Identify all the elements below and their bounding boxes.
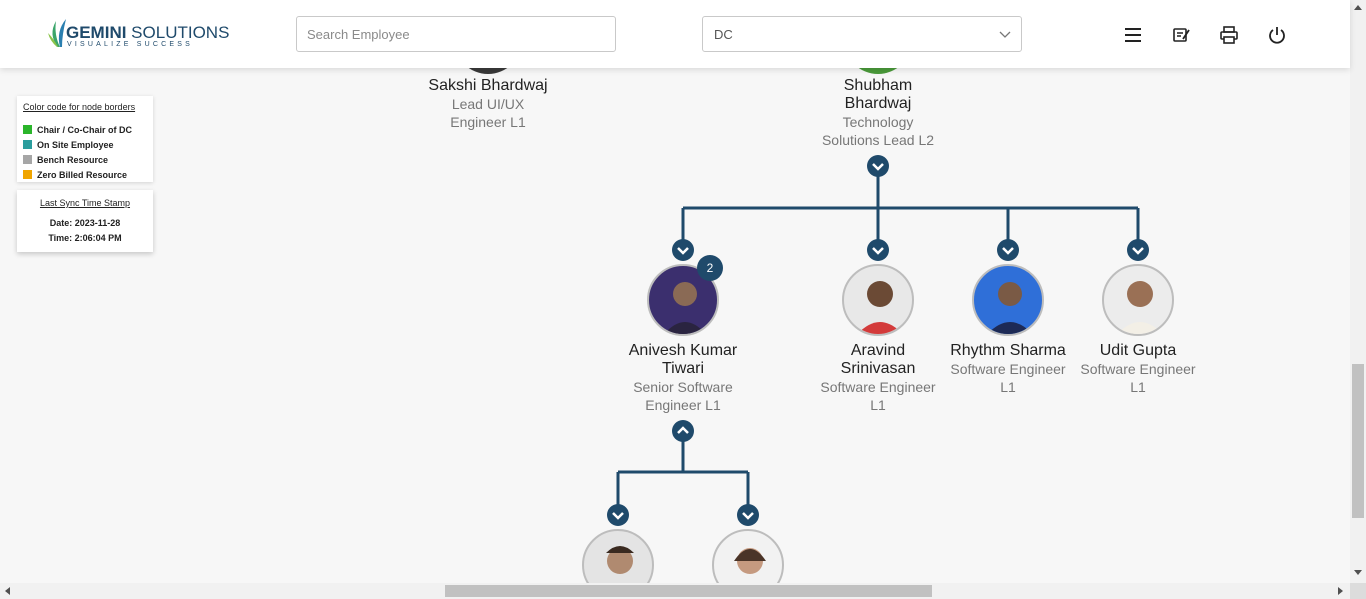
node-title-shubham-1: Technology xyxy=(842,114,914,130)
node-name-udit: Udit Gupta xyxy=(1099,342,1177,359)
horizontal-scrollbar-thumb[interactable] xyxy=(445,585,932,597)
node-title-rhythm-1: Software Engineer xyxy=(950,361,1066,377)
print-icon[interactable] xyxy=(1219,25,1239,45)
vertical-scrollbar-thumb[interactable] xyxy=(1352,364,1364,518)
node-name-shubham-1: Shubham xyxy=(843,77,913,94)
legend-item-zero-billed: Zero Billed Resource xyxy=(23,165,128,180)
node-name-shubham-2: Bhardwaj xyxy=(844,95,912,112)
node-title-aravind-2: L1 xyxy=(870,397,886,413)
node-name-anivesh-1: Anivesh Kumar xyxy=(628,342,738,359)
gemini-logo[interactable]: GEMINI SOLUTIONS VISUALIZE SUCCESS xyxy=(46,17,229,53)
app-header: GEMINI SOLUTIONS VISUALIZE SUCCESS DC xyxy=(0,0,1350,68)
sync-date: Date: 2023-11-28 xyxy=(49,218,121,228)
edit-note-icon[interactable] xyxy=(1171,25,1191,45)
collapse-toggle-anivesh[interactable] xyxy=(672,420,694,442)
chevron-down-icon xyxy=(999,31,1011,38)
logo-tagline: VISUALIZE SUCCESS xyxy=(67,41,193,48)
legend-label: On Site Employee xyxy=(37,140,114,150)
search-employee-input[interactable] xyxy=(296,16,616,52)
border-color-legend: Color code for node borders Chair / Co-C… xyxy=(17,96,153,182)
avatar-rhythm[interactable] xyxy=(972,264,1044,336)
sync-time: Time: 2:06:04 PM xyxy=(48,233,122,243)
node-title-anivesh-2: Engineer L1 xyxy=(645,397,721,413)
expand-toggle-anivesh[interactable] xyxy=(672,239,694,261)
node-name-sakshi: Sakshi Bhardwaj xyxy=(428,77,548,94)
legend-item-chair: Chair / Co-Chair of DC xyxy=(23,120,133,135)
legend-swatch xyxy=(23,170,32,179)
avatar-udit[interactable] xyxy=(1102,264,1174,336)
node-title-udit-2: L1 xyxy=(1130,379,1146,395)
menu-icon[interactable] xyxy=(1123,25,1143,45)
node-title-anivesh-1: Senior Software xyxy=(633,379,733,395)
power-icon[interactable] xyxy=(1267,25,1287,45)
scroll-up-arrow-icon[interactable] xyxy=(1354,4,1362,10)
node-title-udit-1: Software Engineer xyxy=(1080,361,1196,377)
node-name-aravind-2: Srinivasan xyxy=(840,360,916,377)
scroll-left-arrow-icon[interactable] xyxy=(4,587,10,595)
avatar-aravind[interactable] xyxy=(842,264,914,336)
scroll-down-arrow-icon[interactable] xyxy=(1354,570,1362,576)
legend-item-onsite: On Site Employee xyxy=(23,135,114,150)
legend-title: Color code for node borders xyxy=(23,102,136,112)
scroll-right-arrow-icon[interactable] xyxy=(1338,587,1344,595)
node-title-aravind-1: Software Engineer xyxy=(820,379,936,395)
expand-toggle-rhythm[interactable] xyxy=(997,239,1019,261)
legend-label: Zero Billed Resource xyxy=(37,170,128,180)
legend-item-bench: Bench Resource xyxy=(23,150,109,165)
expand-toggle-grandchild-1[interactable] xyxy=(607,504,629,526)
legend-swatch xyxy=(23,140,32,149)
dc-dropdown-value: DC xyxy=(714,27,733,42)
sync-timestamp-panel: Last Sync Time Stamp Date: 2023-11-28 Ti… xyxy=(17,190,153,252)
expand-toggle-grandchild-2[interactable] xyxy=(737,504,759,526)
scrollbar-corner xyxy=(1350,583,1366,599)
node-title-sakshi-2: Engineer L1 xyxy=(450,114,526,130)
collapse-toggle-shubham[interactable] xyxy=(867,155,889,177)
dc-dropdown[interactable]: DC xyxy=(702,16,1022,52)
legend-swatch xyxy=(23,125,32,134)
expand-toggle-aravind[interactable] xyxy=(867,239,889,261)
node-title-sakshi-1: Lead UI/UX xyxy=(451,96,525,112)
node-name-aravind-1: Aravind xyxy=(850,342,906,359)
sync-title: Last Sync Time Stamp xyxy=(39,198,131,208)
node-title-rhythm-2: L1 xyxy=(1000,379,1016,395)
report-count-badge: 2 xyxy=(697,255,723,281)
leaf-logo-icon xyxy=(48,19,66,47)
node-name-anivesh-2: Tiwari xyxy=(661,360,705,377)
expand-toggle-udit[interactable] xyxy=(1127,239,1149,261)
legend-label: Chair / Co-Chair of DC xyxy=(37,125,133,135)
logo-wordmark: GEMINI SOLUTIONS xyxy=(66,23,230,42)
node-title-shubham-2: Solutions Lead L2 xyxy=(821,132,935,148)
legend-label: Bench Resource xyxy=(37,155,109,165)
node-name-rhythm: Rhythm Sharma xyxy=(950,342,1066,359)
legend-swatch xyxy=(23,155,32,164)
